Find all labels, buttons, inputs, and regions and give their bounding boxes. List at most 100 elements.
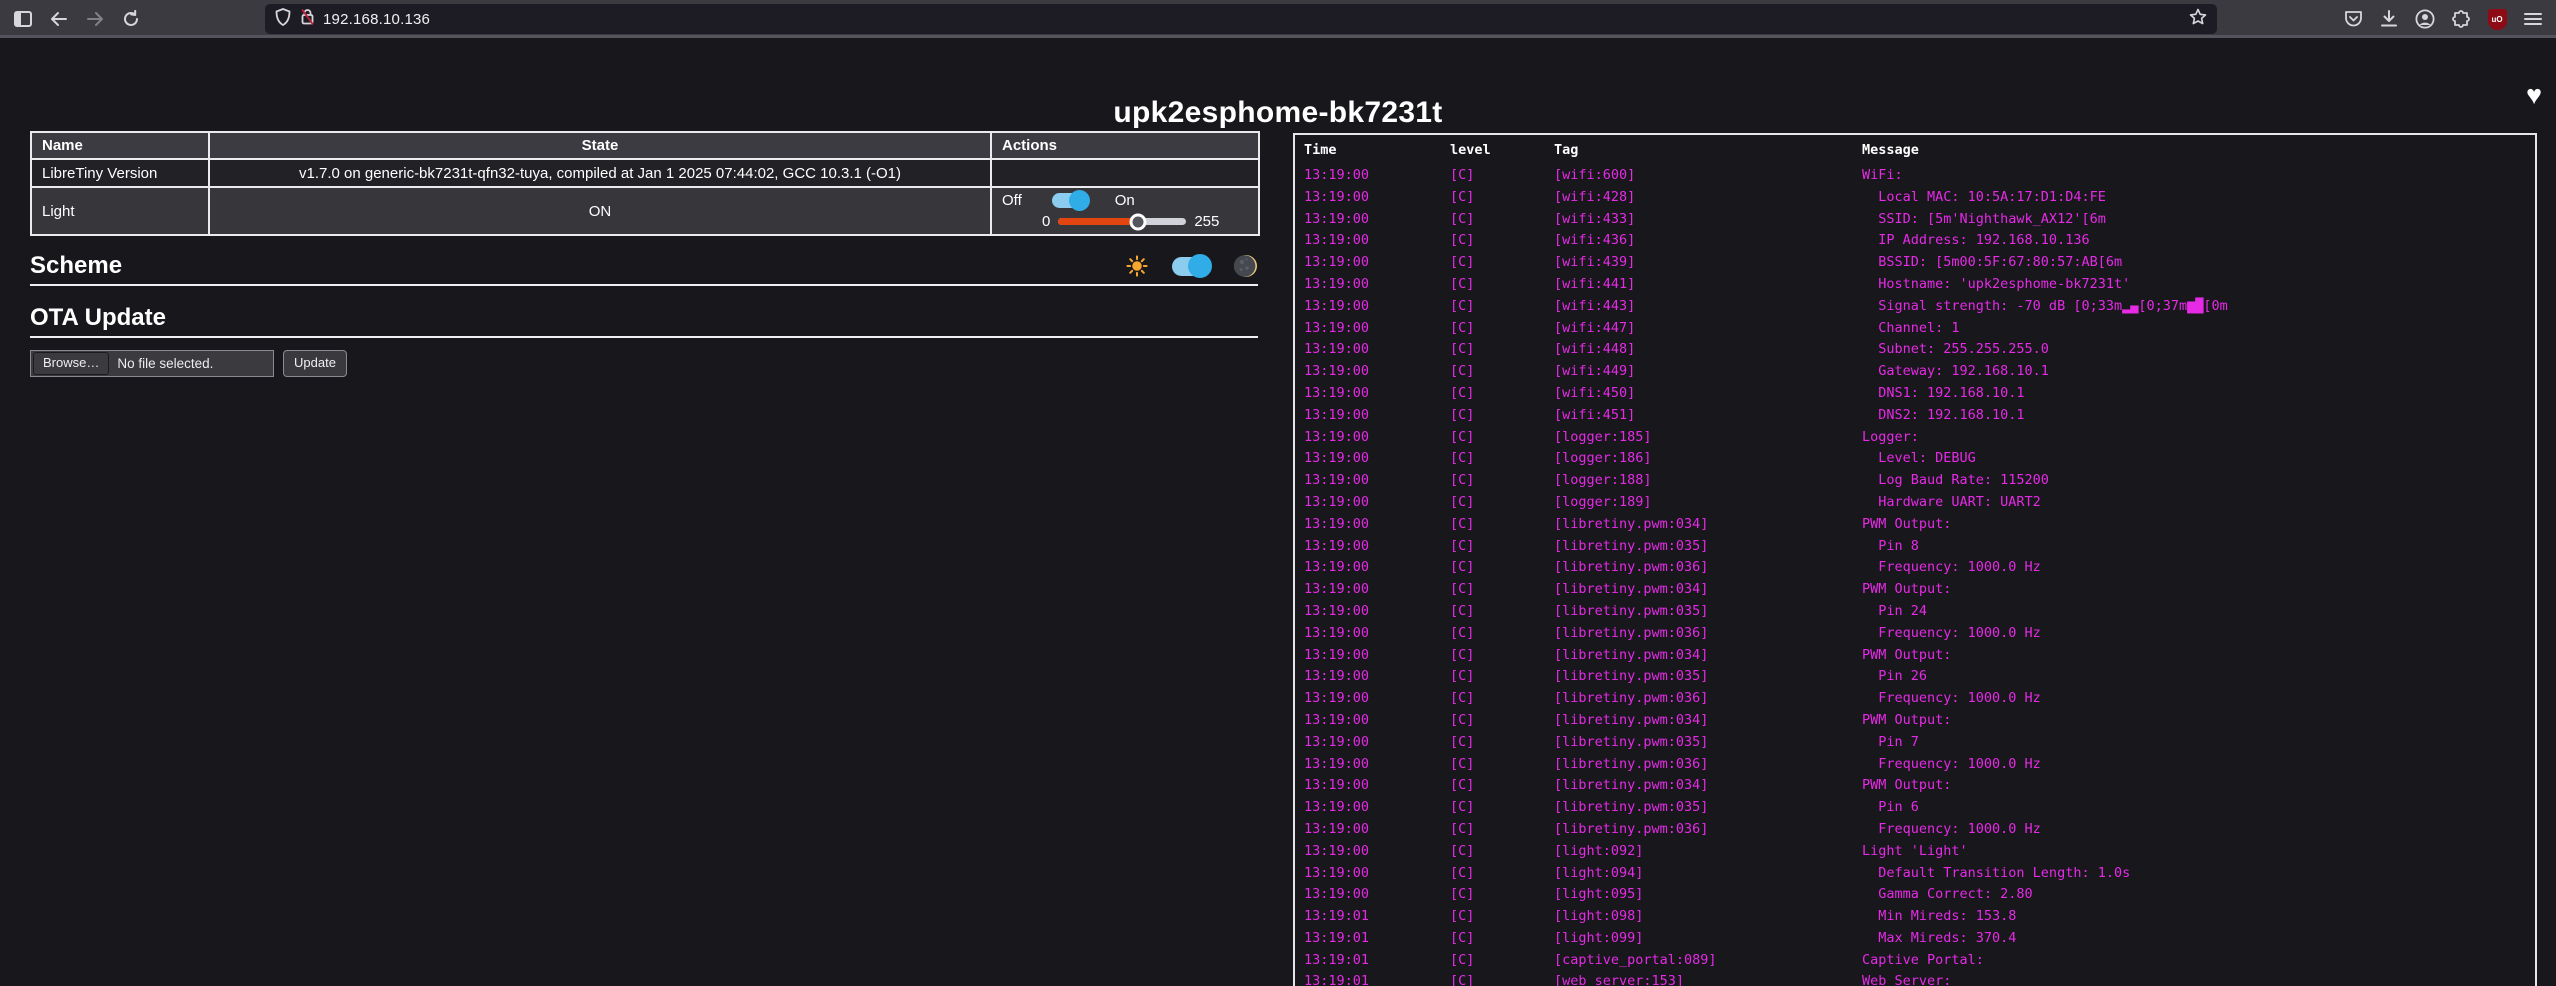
entity-actions-empty bbox=[991, 159, 1259, 187]
url-text[interactable]: 192.168.10.136 bbox=[323, 11, 430, 28]
log-row: 13:19:00[C][light:095] Gamma Correct: 2.… bbox=[1304, 884, 2535, 906]
log-row: 13:19:01[C][light:098] Min Mireds: 153.8 bbox=[1304, 906, 2535, 928]
insecure-lock-icon[interactable] bbox=[300, 8, 315, 31]
log-tag: [captive_portal:089] bbox=[1554, 950, 1862, 972]
menu-icon[interactable] bbox=[2518, 4, 2548, 34]
log-message: BSSID: [5m00:5F:67:80:57:AB[6m bbox=[1862, 252, 2535, 274]
extensions-icon[interactable] bbox=[2446, 4, 2476, 34]
log-tag: [wifi:439] bbox=[1554, 252, 1862, 274]
log-header: Time level Tag Message bbox=[1304, 135, 2535, 165]
log-level: [C] bbox=[1450, 274, 1554, 296]
log-tag: [wifi:441] bbox=[1554, 274, 1862, 296]
url-bar[interactable]: 192.168.10.136 bbox=[265, 4, 2217, 34]
sidebar-toggle-icon[interactable] bbox=[8, 4, 38, 34]
log-time: 13:19:00 bbox=[1304, 427, 1450, 449]
log-row: 13:19:00[C][libretiny.pwm:036] Frequency… bbox=[1304, 754, 2535, 776]
log-row: 13:19:00[C][logger:185]Logger: bbox=[1304, 427, 2535, 449]
log-level: [C] bbox=[1450, 470, 1554, 492]
log-time: 13:19:00 bbox=[1304, 383, 1450, 405]
log-time: 13:19:00 bbox=[1304, 797, 1450, 819]
log-level: [C] bbox=[1450, 209, 1554, 231]
log-level: [C] bbox=[1450, 383, 1554, 405]
log-message: Captive Portal: bbox=[1862, 950, 2535, 972]
log-row: 13:19:00[C][libretiny.pwm:034]PWM Output… bbox=[1304, 514, 2535, 536]
log-time: 13:19:00 bbox=[1304, 470, 1450, 492]
log-message: Pin 8 bbox=[1862, 536, 2535, 558]
log-time: 13:19:00 bbox=[1304, 405, 1450, 427]
log-level: [C] bbox=[1450, 339, 1554, 361]
log-time: 13:19:01 bbox=[1304, 906, 1450, 928]
log-row: 13:19:00[C][libretiny.pwm:036] Frequency… bbox=[1304, 623, 2535, 645]
account-icon[interactable] bbox=[2410, 4, 2440, 34]
log-tag: [web_server:153] bbox=[1554, 971, 1862, 986]
bookmark-star-icon[interactable] bbox=[2189, 8, 2207, 31]
back-icon[interactable] bbox=[44, 4, 74, 34]
log-message: Hardware UART: UART2 bbox=[1862, 492, 2535, 514]
log-level: [C] bbox=[1450, 863, 1554, 885]
log-tag: [light:092] bbox=[1554, 841, 1862, 863]
log-time: 13:19:00 bbox=[1304, 492, 1450, 514]
log-row: 13:19:00[C][wifi:451] DNS2: 192.168.10.1 bbox=[1304, 405, 2535, 427]
log-level: [C] bbox=[1450, 666, 1554, 688]
log-level: [C] bbox=[1450, 732, 1554, 754]
log-message: Frequency: 1000.0 Hz bbox=[1862, 623, 2535, 645]
heartbeat-icon: ♥ bbox=[2526, 82, 2542, 109]
ublock-origin-icon[interactable]: uO bbox=[2482, 4, 2512, 34]
entity-state: v1.7.0 on generic-bk7231t-qfn32-tuya, co… bbox=[209, 159, 991, 187]
log-message: Light 'Light' bbox=[1862, 841, 2535, 863]
log-row: 13:19:00[C][libretiny.pwm:034]PWM Output… bbox=[1304, 645, 2535, 667]
brightness-slider[interactable] bbox=[1058, 218, 1186, 225]
pocket-icon[interactable] bbox=[2338, 4, 2368, 34]
log-level: [C] bbox=[1450, 819, 1554, 841]
log-level: [C] bbox=[1450, 928, 1554, 950]
ota-divider bbox=[30, 336, 1258, 338]
log-tag: [libretiny.pwm:035] bbox=[1554, 797, 1862, 819]
firmware-file-input[interactable]: Browse… No file selected. bbox=[30, 350, 274, 377]
log-row: 13:19:00[C][wifi:441] Hostname: 'upk2esp… bbox=[1304, 274, 2535, 296]
log-rows: 13:19:00[C][wifi:600]WiFi:13:19:00[C][wi… bbox=[1304, 165, 2535, 986]
tracking-shield-icon[interactable] bbox=[275, 8, 291, 31]
browse-button[interactable]: Browse… bbox=[33, 352, 109, 375]
log-level: [C] bbox=[1450, 950, 1554, 972]
table-header-row: Name State Actions bbox=[31, 132, 1259, 159]
log-level: [C] bbox=[1450, 448, 1554, 470]
log-row: 13:19:00[C][wifi:600]WiFi: bbox=[1304, 165, 2535, 187]
log-row: 13:19:00[C][light:092]Light 'Light' bbox=[1304, 841, 2535, 863]
log-level: [C] bbox=[1450, 230, 1554, 252]
log-time: 13:19:00 bbox=[1304, 448, 1450, 470]
log-tag: [libretiny.pwm:034] bbox=[1554, 775, 1862, 797]
log-message: PWM Output: bbox=[1862, 645, 2535, 667]
update-button[interactable]: Update bbox=[283, 350, 347, 377]
log-message: DNS2: 192.168.10.1 bbox=[1862, 405, 2535, 427]
log-time: 13:19:01 bbox=[1304, 950, 1450, 972]
log-message: Min Mireds: 153.8 bbox=[1862, 906, 2535, 928]
log-tag: [libretiny.pwm:036] bbox=[1554, 688, 1862, 710]
light-toggle[interactable] bbox=[1052, 193, 1088, 208]
log-message: Web Server: bbox=[1862, 971, 2535, 986]
log-message: SSID: [5m'Nighthawk_AX12'[6m bbox=[1862, 209, 2535, 231]
brightness-slider-thumb[interactable] bbox=[1129, 213, 1146, 230]
log-tag: [logger:186] bbox=[1554, 448, 1862, 470]
log-level: [C] bbox=[1450, 623, 1554, 645]
log-message: IP Address: 192.168.10.136 bbox=[1862, 230, 2535, 252]
forward-icon[interactable] bbox=[80, 4, 110, 34]
light-on-label: On bbox=[1115, 192, 1135, 209]
log-panel[interactable]: Time level Tag Message 13:19:00[C][wifi:… bbox=[1293, 133, 2537, 986]
log-level: [C] bbox=[1450, 884, 1554, 906]
main-content: Name State Actions LibreTiny Version v1.… bbox=[30, 131, 1258, 377]
log-time: 13:19:00 bbox=[1304, 623, 1450, 645]
downloads-icon[interactable] bbox=[2374, 4, 2404, 34]
log-message: Subnet: 255.255.255.0 bbox=[1862, 339, 2535, 361]
log-row: 13:19:00[C][logger:189] Hardware UART: U… bbox=[1304, 492, 2535, 514]
log-col-time: Time bbox=[1304, 142, 1450, 158]
log-row: 13:19:00[C][logger:186] Level: DEBUG bbox=[1304, 448, 2535, 470]
log-row: 13:19:00[C][libretiny.pwm:035] Pin 24 bbox=[1304, 601, 2535, 623]
reload-icon[interactable] bbox=[116, 4, 146, 34]
log-time: 13:19:00 bbox=[1304, 819, 1450, 841]
log-tag: [libretiny.pwm:036] bbox=[1554, 754, 1862, 776]
log-tag: [libretiny.pwm:034] bbox=[1554, 645, 1862, 667]
log-level: [C] bbox=[1450, 754, 1554, 776]
scheme-toggle[interactable] bbox=[1172, 257, 1210, 276]
log-tag: [light:098] bbox=[1554, 906, 1862, 928]
slider-max-label: 255 bbox=[1194, 213, 1219, 230]
